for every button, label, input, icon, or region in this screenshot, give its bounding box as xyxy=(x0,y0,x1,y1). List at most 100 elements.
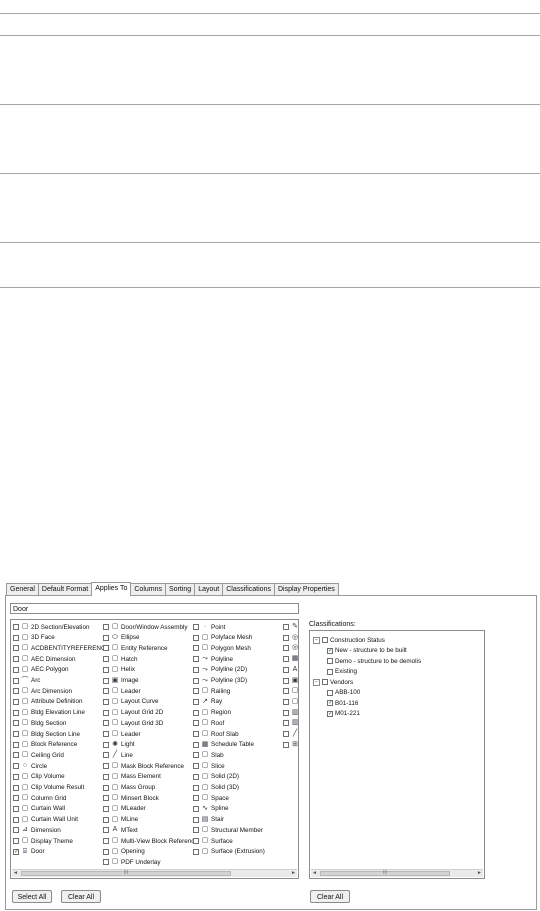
object-type-item[interactable]: ▢ Bldg Section Line xyxy=(13,729,80,739)
object-type-item[interactable]: ▢ Space xyxy=(193,793,229,803)
object-checkbox[interactable] xyxy=(193,624,199,630)
object-checkbox[interactable] xyxy=(103,677,109,684)
object-checkbox[interactable] xyxy=(283,731,289,737)
classification-node[interactable]: − Construction Status xyxy=(313,635,385,645)
object-checkbox[interactable] xyxy=(13,720,19,727)
object-checkbox[interactable] xyxy=(193,645,199,652)
object-checkbox[interactable] xyxy=(103,784,109,791)
classifications-tree[interactable]: − Construction Status ✓ New - structure to … xyxy=(309,630,485,879)
scroll-thumb[interactable]: III xyxy=(320,871,450,876)
object-type-item[interactable]: ▢ Column Grid xyxy=(13,793,66,803)
object-type-item[interactable]: ▢ Layout Grid 3D xyxy=(103,718,163,728)
object-checkbox[interactable] xyxy=(13,763,19,770)
object-checkbox[interactable] xyxy=(13,816,19,823)
collapse-icon[interactable]: − xyxy=(313,636,320,644)
object-checkbox[interactable] xyxy=(13,731,19,737)
classification-node[interactable]: ✓ M01-221 xyxy=(327,709,360,719)
object-checkbox[interactable] xyxy=(283,645,289,652)
object-checkbox[interactable] xyxy=(13,784,19,791)
classification-checkbox[interactable] xyxy=(322,637,328,643)
object-type-item[interactable]: ╱ Line xyxy=(103,750,133,760)
classification-checkbox[interactable]: ✓ xyxy=(327,710,333,717)
object-checkbox[interactable] xyxy=(103,698,109,705)
object-type-item[interactable]: ▦ xyxy=(283,654,298,664)
object-checkbox[interactable] xyxy=(103,773,109,780)
object-checkbox[interactable] xyxy=(103,838,109,844)
object-checkbox[interactable] xyxy=(13,624,19,630)
object-type-item[interactable]: · Point xyxy=(193,622,225,632)
object-type-item[interactable]: ▦ Schedule Table xyxy=(193,740,254,750)
object-checkbox[interactable] xyxy=(13,645,19,652)
scroll-left-arrow-icon[interactable]: ◄ xyxy=(12,870,19,877)
object-checkbox[interactable] xyxy=(283,720,289,727)
object-checkbox[interactable] xyxy=(193,795,199,802)
object-checkbox[interactable] xyxy=(103,709,109,716)
classification-node[interactable]: − Vendors xyxy=(313,677,353,687)
object-type-item[interactable]: ▢ MLeader xyxy=(103,804,146,814)
tree-horizontal-scrollbar[interactable]: ◄ III ► xyxy=(311,869,483,877)
object-type-item[interactable]: ▢ ACDBENTITYREFERENCE xyxy=(13,643,110,653)
object-type-item[interactable]: ▤ Stair xyxy=(193,815,224,825)
object-type-item[interactable]: ◎ xyxy=(283,643,298,653)
object-type-item[interactable]: ▢ Slice xyxy=(193,761,225,771)
object-checkbox[interactable] xyxy=(103,634,109,641)
object-type-item[interactable]: ▢ Entity Reference xyxy=(103,643,168,653)
object-checkbox[interactable] xyxy=(103,848,109,855)
object-type-item[interactable]: ▣ Image xyxy=(103,676,139,686)
object-type-item[interactable]: ∿ Spline xyxy=(193,804,229,814)
object-checkbox[interactable] xyxy=(193,666,199,673)
object-type-item[interactable]: ◎ xyxy=(283,633,298,643)
object-type-item[interactable]: ▢ Railing xyxy=(193,686,230,696)
object-type-item[interactable]: ▢ Arc Dimension xyxy=(13,686,72,696)
object-type-item[interactable]: ⌒ Arc xyxy=(13,676,40,686)
object-checkbox[interactable] xyxy=(13,805,19,812)
object-checkbox[interactable] xyxy=(193,805,199,812)
object-type-item[interactable]: ▢ Roof Slab xyxy=(193,729,239,739)
object-checkbox[interactable] xyxy=(193,688,199,695)
object-type-item[interactable]: ▢ Hatch xyxy=(103,654,137,664)
object-checkbox[interactable] xyxy=(193,827,199,834)
object-checkbox[interactable] xyxy=(283,624,289,630)
object-type-item[interactable]: ▢ xyxy=(283,697,298,707)
classification-checkbox[interactable] xyxy=(327,668,333,675)
object-checkbox[interactable] xyxy=(193,720,199,727)
classification-checkbox[interactable] xyxy=(327,689,333,696)
object-type-item[interactable]: ▢ 3D Face xyxy=(13,633,55,643)
object-type-item[interactable]: ▢ Leader xyxy=(103,729,141,739)
object-checkbox[interactable]: ✓ xyxy=(13,848,19,855)
object-checkbox[interactable] xyxy=(193,698,199,705)
scroll-right-arrow-icon[interactable]: ► xyxy=(476,870,483,877)
object-checkbox[interactable] xyxy=(283,666,289,673)
object-type-item[interactable]: ✺ Light xyxy=(103,740,135,750)
object-type-item[interactable]: ▢ Helix xyxy=(103,665,135,675)
object-checkbox[interactable] xyxy=(193,752,199,759)
object-checkbox[interactable] xyxy=(13,827,19,834)
object-checkbox[interactable] xyxy=(193,656,199,663)
object-type-item[interactable]: ▢ Ceiling Grid xyxy=(13,750,64,760)
collapse-icon[interactable]: − xyxy=(313,678,320,686)
object-type-item[interactable]: ▢ Slab xyxy=(193,750,224,760)
scroll-left-arrow-icon[interactable]: ◄ xyxy=(311,870,318,877)
object-checkbox[interactable] xyxy=(193,763,199,770)
object-checkbox[interactable] xyxy=(193,838,199,844)
object-type-item[interactable]: ▢ 2D Section/Elevation xyxy=(13,622,89,632)
object-type-item[interactable]: ▢ Block Reference xyxy=(13,740,77,750)
object-checkbox[interactable] xyxy=(103,731,109,737)
classification-node[interactable]: ABB-100 xyxy=(327,688,360,698)
object-type-item[interactable]: ╱ xyxy=(283,729,298,739)
object-checkbox[interactable] xyxy=(13,752,19,759)
object-type-item[interactable]: ▢ PDF Underlay xyxy=(103,857,161,867)
object-type-item[interactable]: ▥ xyxy=(283,708,298,718)
object-checkbox[interactable] xyxy=(13,688,19,695)
scroll-right-arrow-icon[interactable]: ► xyxy=(290,870,297,877)
object-checkbox[interactable] xyxy=(13,773,19,780)
tab-applies-to[interactable]: Applies To xyxy=(91,582,132,596)
classification-node[interactable]: Existing xyxy=(327,667,357,677)
object-checkbox[interactable] xyxy=(103,656,109,663)
object-type-item[interactable]: ▢ AEC Polygon xyxy=(13,665,68,675)
object-checkbox[interactable] xyxy=(13,666,19,673)
object-type-item[interactable]: ▢ Polyface Mesh xyxy=(193,633,252,643)
object-checkbox[interactable] xyxy=(193,816,199,823)
object-type-item[interactable]: ⊞ xyxy=(283,740,298,750)
classification-node[interactable]: ✓ New - structure to be built xyxy=(327,646,407,656)
